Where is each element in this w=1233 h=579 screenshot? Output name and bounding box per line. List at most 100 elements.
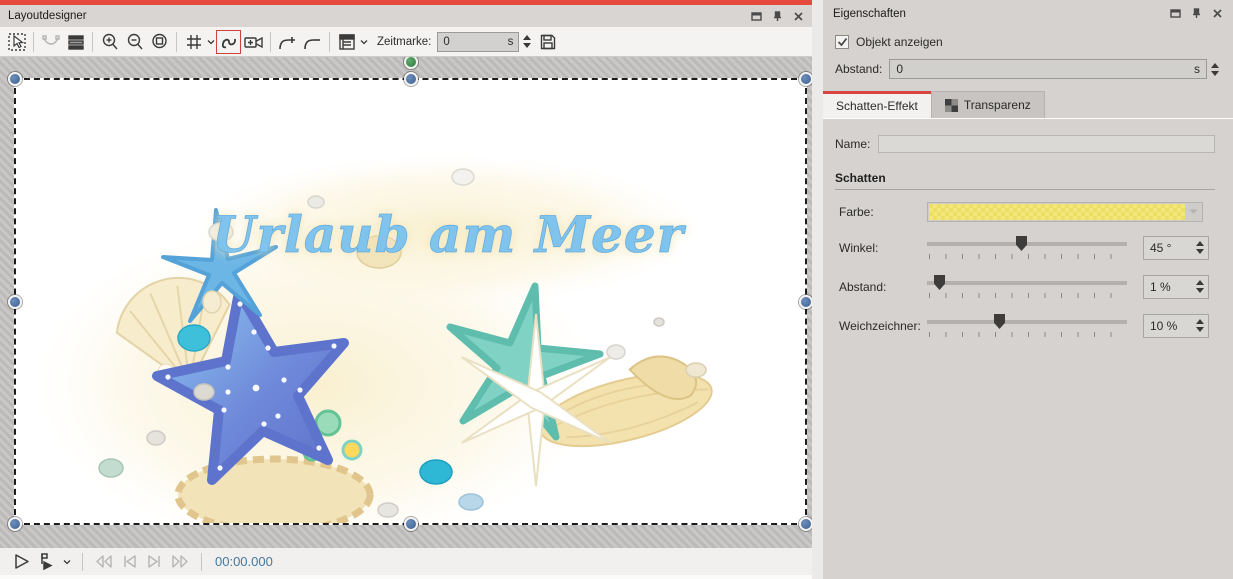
prev-frame-icon[interactable] [117,554,142,569]
abstand-zeit-row: Abstand: 0 s [835,59,1223,79]
winkel-label: Winkel: [839,241,927,255]
weichzeichner-row: Weichzeichner: 10 % [839,312,1219,339]
panel-splitter[interactable] [812,0,823,579]
weichzeichner-label: Weichzeichner: [839,319,927,333]
layoutdesigner-panel: Layoutdesigner Zeitmarke: 0 s [0,0,812,579]
tab-schatten-effekt-label: Schatten-Effekt [836,99,918,113]
table-dropdown-icon[interactable] [359,39,369,45]
zeitmarke-stepper[interactable] [519,35,535,48]
play-icon[interactable] [8,552,35,571]
rotate-handle[interactable] [404,57,418,69]
abstand-valuebox[interactable]: 1 % [1143,275,1209,299]
handle-bottom-right[interactable] [799,517,812,531]
eigenschaften-header: Eigenschaften [823,0,1233,27]
zeitmarke-input[interactable]: 0 s [437,32,519,52]
winkel-slider[interactable] [927,234,1127,261]
winkel-stepper[interactable] [1192,241,1208,254]
maximize-icon[interactable] [751,11,762,22]
abstand-zeit-stepper[interactable] [1207,63,1223,76]
timecode-display: 00:00.000 [215,554,273,569]
zoom-in-icon[interactable] [97,30,122,54]
handle-mid-left[interactable] [8,295,22,309]
handle-top-left[interactable] [8,72,22,86]
abstand-zeit-input[interactable]: 0 s [889,59,1207,79]
objekt-anzeigen-label: Objekt anzeigen [856,35,943,49]
grid-icon[interactable] [181,30,206,54]
abstand-value: 1 % [1144,280,1192,294]
tab-transparenz-label: Transparenz [964,98,1031,112]
eigenschaften-panel: Eigenschaften Objekt anzeigen Abstand: 0… [823,0,1233,579]
play-from-marker-icon[interactable] [35,552,59,571]
layers-icon[interactable] [63,30,88,54]
camera-icon[interactable] [241,30,266,54]
handle-bottom-center[interactable] [404,517,418,531]
winkel-slider-thumb[interactable] [1016,236,1027,251]
zoom-out-icon[interactable] [122,30,147,54]
play-options-dropdown-icon[interactable] [59,559,75,565]
abstand-label: Abstand: [839,280,927,294]
winkel-row: Winkel: 45 ° [839,234,1219,261]
name-label: Name: [835,137,870,151]
artwork-urlaub-am-meer: Urlaub am Meer [16,80,805,523]
handle-mid-right[interactable] [799,295,812,309]
weichzeichner-value: 10 % [1144,319,1192,333]
weichzeichner-stepper[interactable] [1192,319,1208,332]
abstand-slider[interactable] [927,273,1127,300]
playback-bar: 00:00.000 [0,548,812,575]
table-icon[interactable] [334,30,359,54]
handle-bottom-left[interactable] [8,517,22,531]
objekt-anzeigen-checkbox[interactable] [835,35,849,49]
farbe-row: Farbe: [839,202,1219,222]
abstand-zeit-value: 0 [896,62,1194,76]
zeitmarke-label: Zeitmarke: [377,36,431,48]
canvas-workspace: Urlaub am Meer [0,57,812,548]
save-icon[interactable] [535,30,560,54]
select-tool-icon[interactable] [4,30,29,54]
abstand-stepper[interactable] [1192,280,1208,293]
farbe-color-picker[interactable] [927,202,1203,222]
name-row: Name: [835,135,1215,153]
tab-schatten-effekt[interactable]: Schatten-Effekt [823,91,931,118]
handle-top-center[interactable] [404,72,418,86]
weichzeichner-valuebox[interactable]: 10 % [1143,314,1209,338]
layoutdesigner-header: Layoutdesigner [0,5,812,27]
zoom-fit-icon[interactable] [147,30,172,54]
next-frame-icon[interactable] [142,554,167,569]
transparency-icon [945,99,958,112]
name-input[interactable] [878,135,1215,153]
smooth-curve-icon[interactable] [38,30,63,54]
keyframe-remove-icon[interactable] [300,30,325,54]
layoutdesigner-title: Layoutdesigner [8,10,87,22]
grid-dropdown-icon[interactable] [206,39,216,45]
pin-icon[interactable] [772,11,783,22]
farbe-label: Farbe: [839,205,927,219]
abstand-zeit-unit: s [1194,62,1200,76]
effect-tabbar: Schatten-Effekt Transparenz [823,91,1233,119]
close-icon[interactable] [793,11,804,22]
bottom-strip [0,575,812,579]
eigenschaften-title: Eigenschaften [833,8,906,20]
farbe-swatch [929,204,1185,220]
abstand-row: Abstand: 1 % [839,273,1219,300]
weichzeichner-slider-thumb[interactable] [994,314,1005,329]
abstand-slider-thumb[interactable] [934,275,945,290]
skip-forward-icon[interactable] [167,554,194,569]
winkel-value: 45 ° [1144,241,1192,255]
pin-icon[interactable] [1191,8,1202,19]
selected-object-canvas[interactable]: Urlaub am Meer [14,78,807,525]
zeitmarke-value: 0 [443,36,507,48]
skip-back-icon[interactable] [90,554,117,569]
layout-toolbar: Zeitmarke: 0 s [0,27,812,57]
close-icon[interactable] [1212,8,1223,19]
artwork-title-text: Urlaub am Meer [212,205,687,264]
maximize-icon[interactable] [1170,8,1181,19]
objekt-anzeigen-row: Objekt anzeigen [835,35,1223,49]
abstand-zeit-label: Abstand: [835,62,882,76]
handle-top-right[interactable] [799,72,812,86]
tab-transparenz[interactable]: Transparenz [931,91,1045,118]
weichzeichner-slider[interactable] [927,312,1127,339]
winkel-valuebox[interactable]: 45 ° [1143,236,1209,260]
curve-tool-icon[interactable] [216,30,241,54]
keyframe-add-icon[interactable] [275,30,300,54]
zeitmarke-unit: s [508,36,514,48]
